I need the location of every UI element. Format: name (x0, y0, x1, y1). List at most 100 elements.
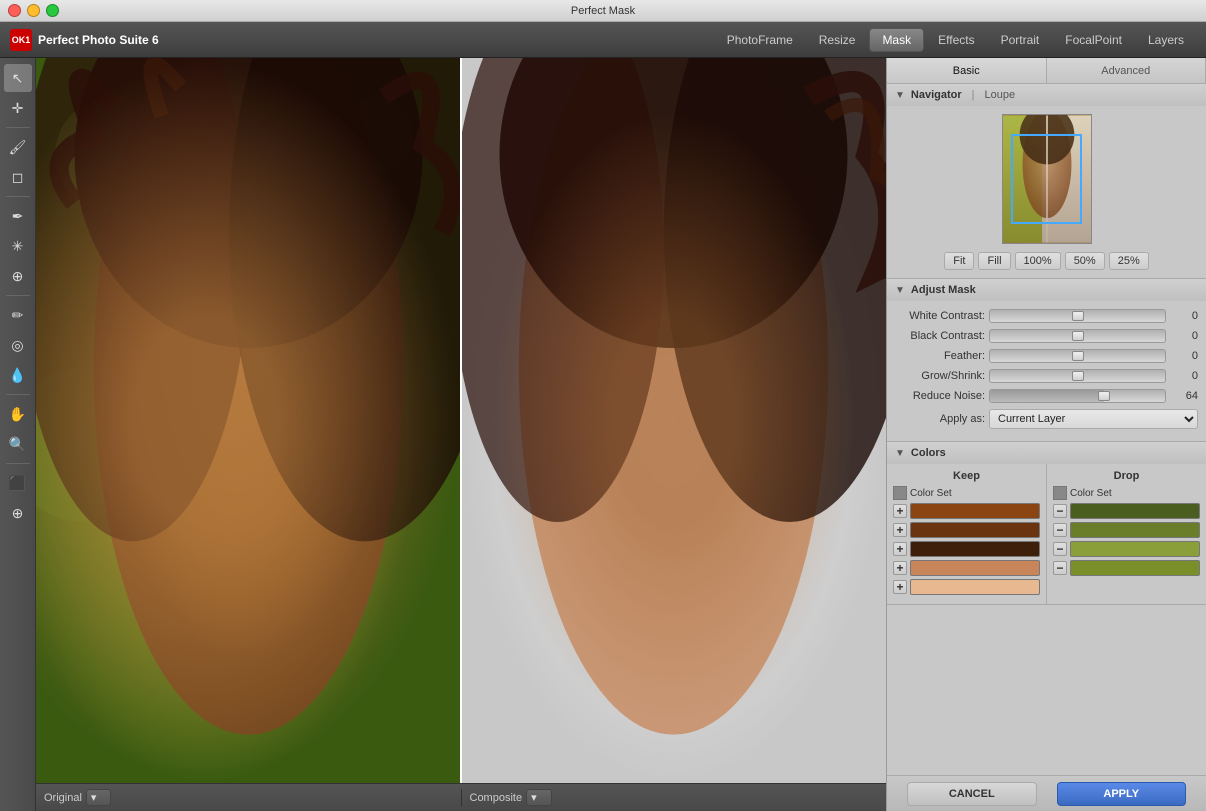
eyedropper-tool[interactable]: ✒ (4, 202, 32, 230)
feather-slider-container[interactable] (989, 349, 1166, 363)
keep-color-bar-4[interactable] (910, 560, 1040, 576)
keep-add-btn-2[interactable]: + (893, 523, 907, 537)
zoom-fill[interactable]: Fill (978, 252, 1010, 270)
navigator-thumbnail[interactable] (1002, 114, 1092, 244)
drop-remove-btn-2[interactable]: − (1053, 523, 1067, 537)
keep-color-bar-5[interactable] (910, 579, 1040, 595)
keep-color-bar-2[interactable] (910, 522, 1040, 538)
eraser-tool[interactable]: ◻ (4, 163, 32, 191)
colors-header[interactable]: ▼ Colors (887, 442, 1206, 464)
maximize-button[interactable] (46, 4, 59, 17)
original-dropdown[interactable]: ▾ (86, 789, 112, 806)
keep-color-row-3: + (893, 541, 1040, 557)
smart-brush-tool[interactable]: ✳ (4, 232, 32, 260)
keep-color-bar-3[interactable] (910, 541, 1040, 557)
feather-thumb[interactable] (1072, 351, 1084, 361)
selection-tool[interactable]: ↖ (4, 64, 32, 92)
paint-tool[interactable]: 🖌 (4, 133, 32, 161)
adjust-mask-section: ▼ Adjust Mask White Contrast: 0 (887, 279, 1206, 442)
keep-add-btn-4[interactable]: + (893, 561, 907, 575)
tab-basic[interactable]: Basic (887, 58, 1047, 83)
menu-portrait[interactable]: Portrait (989, 29, 1052, 51)
feather-label: Feather: (895, 350, 985, 362)
keep-color-row-5: + (893, 579, 1040, 595)
zoom-50[interactable]: 50% (1065, 252, 1105, 270)
menu-resize[interactable]: Resize (807, 29, 868, 51)
tab-advanced[interactable]: Advanced (1047, 58, 1206, 83)
drop-color-set-label: Color Set (1070, 488, 1112, 499)
keep-color-set-swatch (893, 486, 907, 500)
black-contrast-slider[interactable] (989, 329, 1166, 343)
hand-tool[interactable]: ✋ (4, 400, 32, 428)
view-toggle[interactable]: ⬛ (4, 469, 32, 497)
apply-as-select[interactable]: Current Layer New Layer Mask (989, 409, 1198, 429)
navigator-section: ▼ Navigator | Loupe (887, 84, 1206, 279)
white-contrast-slider[interactable] (989, 309, 1166, 323)
feather-slider[interactable] (989, 349, 1166, 363)
touch-up-tool[interactable]: ⊕ (4, 262, 32, 290)
drop-color-bar-3[interactable] (1070, 541, 1200, 557)
drop-color-bar-2[interactable] (1070, 522, 1200, 538)
grow-shrink-slider[interactable] (989, 369, 1166, 383)
keep-add-btn-1[interactable]: + (893, 504, 907, 518)
drop-color-bar-4[interactable] (1070, 560, 1200, 576)
black-contrast-thumb[interactable] (1072, 331, 1084, 341)
keep-add-btn-5[interactable]: + (893, 580, 907, 594)
keep-color-row-4: + (893, 560, 1040, 576)
keep-add-btn-3[interactable]: + (893, 542, 907, 556)
reduce-noise-slider-container[interactable] (989, 389, 1166, 403)
white-contrast-row: White Contrast: 0 (895, 309, 1198, 323)
canvas-bottom-bar: Original ▾ Composite ▾ (36, 783, 886, 811)
menu-layers[interactable]: Layers (1136, 29, 1196, 51)
drop-color-row-3: − (1053, 541, 1200, 557)
grow-shrink-thumb[interactable] (1072, 371, 1084, 381)
menu-mask[interactable]: Mask (869, 28, 924, 52)
drop-remove-btn-3[interactable]: − (1053, 542, 1067, 556)
fill-tool[interactable]: 💧 (4, 361, 32, 389)
navigator-header[interactable]: ▼ Navigator | Loupe (887, 84, 1206, 106)
toolbar-separator-3 (6, 295, 30, 296)
keep-header: Keep (893, 470, 1040, 482)
grow-shrink-row: Grow/Shrink: 0 (895, 369, 1198, 383)
black-contrast-row: Black Contrast: 0 (895, 329, 1198, 343)
menu-focalpoint[interactable]: FocalPoint (1053, 29, 1134, 51)
main-layout: ↖ ✛ 🖌 ◻ ✒ ✳ ⊕ ✏ ◎ 💧 ✋ 🔍 ⬛ ⊕ (0, 58, 1206, 811)
canvas-image-container (36, 58, 886, 783)
keep-color-bar-1[interactable] (910, 503, 1040, 519)
move-tool[interactable]: ✛ (4, 94, 32, 122)
black-contrast-slider-container[interactable] (989, 329, 1166, 343)
extras-tool[interactable]: ⊕ (4, 499, 32, 527)
reduce-noise-fill (990, 390, 1104, 402)
navigator-arrow: ▼ (895, 90, 905, 101)
adjust-mask-header[interactable]: ▼ Adjust Mask (887, 279, 1206, 301)
colors-section: ▼ Colors Keep Color Set (887, 442, 1206, 605)
zoom-25[interactable]: 25% (1109, 252, 1149, 270)
composite-dropdown[interactable]: ▾ (526, 789, 552, 806)
apply-as-label: Apply as: (895, 413, 985, 425)
drop-color-bar-1[interactable] (1070, 503, 1200, 519)
white-contrast-slider-container[interactable] (989, 309, 1166, 323)
toolbar-separator-4 (6, 394, 30, 395)
zoom-100[interactable]: 100% (1015, 252, 1061, 270)
white-contrast-thumb[interactable] (1072, 311, 1084, 321)
drop-remove-btn-4[interactable]: − (1053, 561, 1067, 575)
canvas-divider (460, 58, 462, 783)
refine-brush-tool[interactable]: ✏ (4, 301, 32, 329)
minimize-button[interactable] (27, 4, 40, 17)
white-contrast-label: White Contrast: (895, 310, 985, 322)
reduce-noise-thumb[interactable] (1098, 391, 1110, 401)
apply-button[interactable]: APPLY (1057, 782, 1187, 806)
keep-column: Keep Color Set + (887, 464, 1046, 604)
menu-effects[interactable]: Effects (926, 29, 986, 51)
keep-color-set-label: Color Set (910, 488, 952, 499)
drop-remove-btn-1[interactable]: − (1053, 504, 1067, 518)
zoom-fit[interactable]: Fit (944, 252, 974, 270)
grow-shrink-slider-container[interactable] (989, 369, 1166, 383)
cancel-button[interactable]: CANCEL (907, 782, 1037, 806)
close-button[interactable] (8, 4, 21, 17)
loupe-label[interactable]: Loupe (985, 89, 1016, 101)
zoom-tool[interactable]: 🔍 (4, 430, 32, 458)
blur-tool[interactable]: ◎ (4, 331, 32, 359)
menu-photoframe[interactable]: PhotoFrame (715, 29, 805, 51)
reduce-noise-slider[interactable] (989, 389, 1166, 403)
